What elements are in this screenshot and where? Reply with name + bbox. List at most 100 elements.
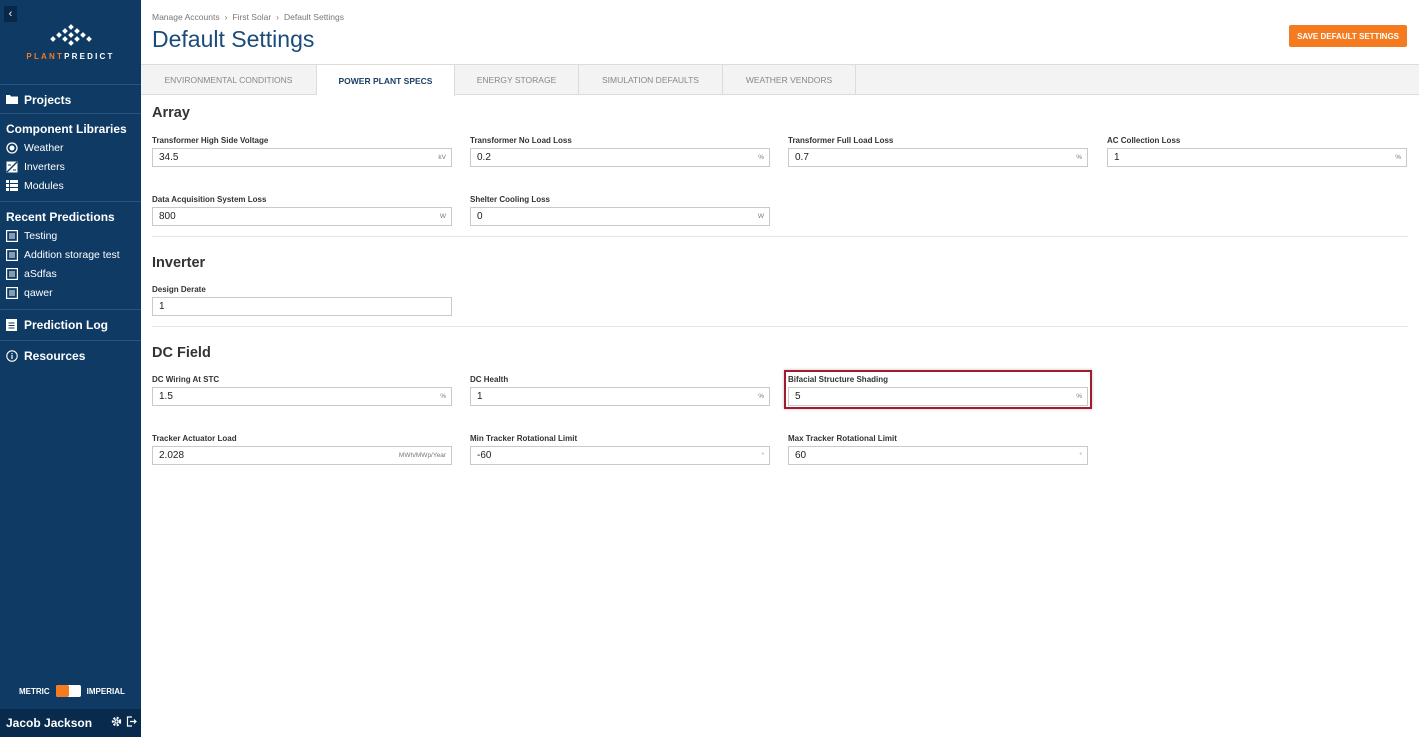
unit-label: % [440,393,446,400]
sidebar-item-recent[interactable]: Addition storage test [6,249,120,261]
shelter-cooling-loss-input[interactable] [471,208,769,225]
breadcrumb: Manage Accounts › First Solar › Default … [152,12,344,22]
settings-tabs: ENVIRONMENTAL CONDITIONS POWER PLANT SPE… [141,64,1419,96]
sidebar-item-recent[interactable]: aSdfas [6,268,57,280]
sidebar-divider [0,113,141,114]
unit-label: W [757,213,764,220]
unit-label: % [1076,393,1082,400]
unit-label: W [439,213,446,220]
field-transformer-full-load-loss: Transformer Full Load Loss % [788,136,1088,167]
field-label: Shelter Cooling Loss [470,195,551,204]
document-icon [6,249,19,261]
document-icon [6,230,19,242]
document-icon [6,287,19,299]
chevron-right-icon: › [224,12,228,22]
field-label: Design Derate [152,285,206,294]
collapse-sidebar-button[interactable]: ‹ [4,6,17,22]
sidebar-item-resources[interactable]: Resources [6,349,85,363]
main-content: Manage Accounts › First Solar › Default … [141,0,1419,737]
field-label: DC Wiring At STC [152,375,220,384]
weather-icon [6,142,19,154]
sidebar-divider [0,201,141,202]
field-label: Transformer No Load Loss [470,136,572,145]
gear-icon[interactable] [111,716,122,730]
breadcrumb-link-first-solar[interactable]: First Solar [232,12,271,22]
sidebar-item-inverters[interactable]: Inverters [6,161,65,173]
field-label: Max Tracker Rotational Limit [788,434,897,443]
sidebar: ‹ PLANTPREDICT Projects Component Librar… [0,0,141,737]
tab-simulation-defaults[interactable]: SIMULATION DEFAULTS [579,65,723,95]
unit-label: ° [761,452,764,459]
sidebar-item-label: Testing [24,230,58,242]
component-libraries-heading: Component Libraries [6,122,127,136]
section-divider [152,236,1408,237]
sidebar-item-label: Inverters [24,161,65,173]
tab-environmental-conditions[interactable]: ENVIRONMENTAL CONDITIONS [141,65,317,95]
sidebar-item-weather[interactable]: Weather [6,142,64,154]
sidebar-item-projects[interactable]: Projects [6,93,71,107]
unit-label: % [758,393,764,400]
bifacial-structure-shading-input[interactable] [789,388,1087,405]
data-acquisition-system-loss-input[interactable] [153,208,451,225]
dc-health-input[interactable] [471,388,769,405]
field-bifacial-structure-shading: Bifacial Structure Shading % [788,375,1088,406]
field-tracker-actuator-load: Tracker Actuator Load MWh/MWp/Year [152,434,452,465]
info-icon [6,350,19,362]
inverter-icon [6,161,19,173]
page-title: Default Settings [152,26,315,52]
sidebar-item-label: Resources [24,349,86,363]
section-divider [152,326,1408,327]
toggle-knob [55,685,69,697]
unit-label: ° [1079,452,1082,459]
tab-weather-vendors[interactable]: WEATHER VENDORS [723,65,856,95]
field-label: Data Acquisition System Loss [152,195,267,204]
unit-label: % [1395,154,1401,161]
ac-collection-loss-input[interactable] [1108,149,1406,166]
field-ac-collection-loss: AC Collection Loss % [1107,136,1407,167]
tab-power-plant-specs[interactable]: POWER PLANT SPECS [317,65,455,96]
unit-toggle[interactable] [55,685,81,697]
sidebar-divider [0,340,141,341]
sidebar-item-prediction-log[interactable]: Prediction Log [6,318,108,332]
dc-wiring-at-stc-input[interactable] [153,388,451,405]
sidebar-divider [0,309,141,310]
plantpredict-logo[interactable]: PLANTPREDICT [0,24,141,61]
sidebar-item-recent[interactable]: Testing [6,230,57,242]
sidebar-item-modules[interactable]: Modules [6,180,64,192]
field-shelter-cooling-loss: Shelter Cooling Loss W [470,195,770,226]
field-label: Transformer High Side Voltage [152,136,269,145]
document-icon [6,268,19,280]
logout-icon[interactable] [126,716,137,730]
breadcrumb-link-manage-accounts[interactable]: Manage Accounts [152,12,220,22]
metric-label: METRIC [19,686,50,696]
sidebar-item-label: Modules [24,180,64,192]
tab-energy-storage[interactable]: ENERGY STORAGE [455,65,579,95]
sidebar-item-label: qawer [24,287,53,299]
logo-mark-icon [49,24,92,46]
chevron-right-icon: › [276,12,279,22]
transformer-no-load-loss-input[interactable] [471,149,769,166]
field-label: Tracker Actuator Load [152,434,237,443]
sidebar-item-label: Prediction Log [24,318,108,332]
field-data-acquisition-system-loss: Data Acquisition System Loss W [152,195,452,226]
transformer-full-load-loss-input[interactable] [789,149,1087,166]
design-derate-input[interactable] [153,298,451,315]
unit-label: % [1076,154,1082,161]
logo-wordmark: PLANTPREDICT [26,52,115,61]
field-transformer-high-side-voltage: Transformer High Side Voltage kV [152,136,452,167]
grid-icon [6,180,19,192]
sidebar-divider [0,84,141,85]
transformer-high-side-voltage-input[interactable] [153,149,451,166]
recent-predictions-heading: Recent Predictions [6,210,115,224]
save-default-settings-button[interactable]: SAVE DEFAULT SETTINGS [1289,25,1407,47]
max-tracker-rotational-limit-input[interactable] [789,447,1087,464]
sidebar-item-recent[interactable]: qawer [6,287,53,299]
imperial-label: IMPERIAL [86,686,125,696]
field-label: Min Tracker Rotational Limit [470,434,578,443]
section-title-inverter: Inverter [152,255,206,271]
field-dc-wiring-at-stc: DC Wiring At STC % [152,375,452,406]
user-bar: Jacob Jackson [0,709,141,737]
min-tracker-rotational-limit-input[interactable] [471,447,769,464]
unit-label: MWh/MWp/Year [398,452,446,459]
field-label: DC Health [470,375,509,384]
